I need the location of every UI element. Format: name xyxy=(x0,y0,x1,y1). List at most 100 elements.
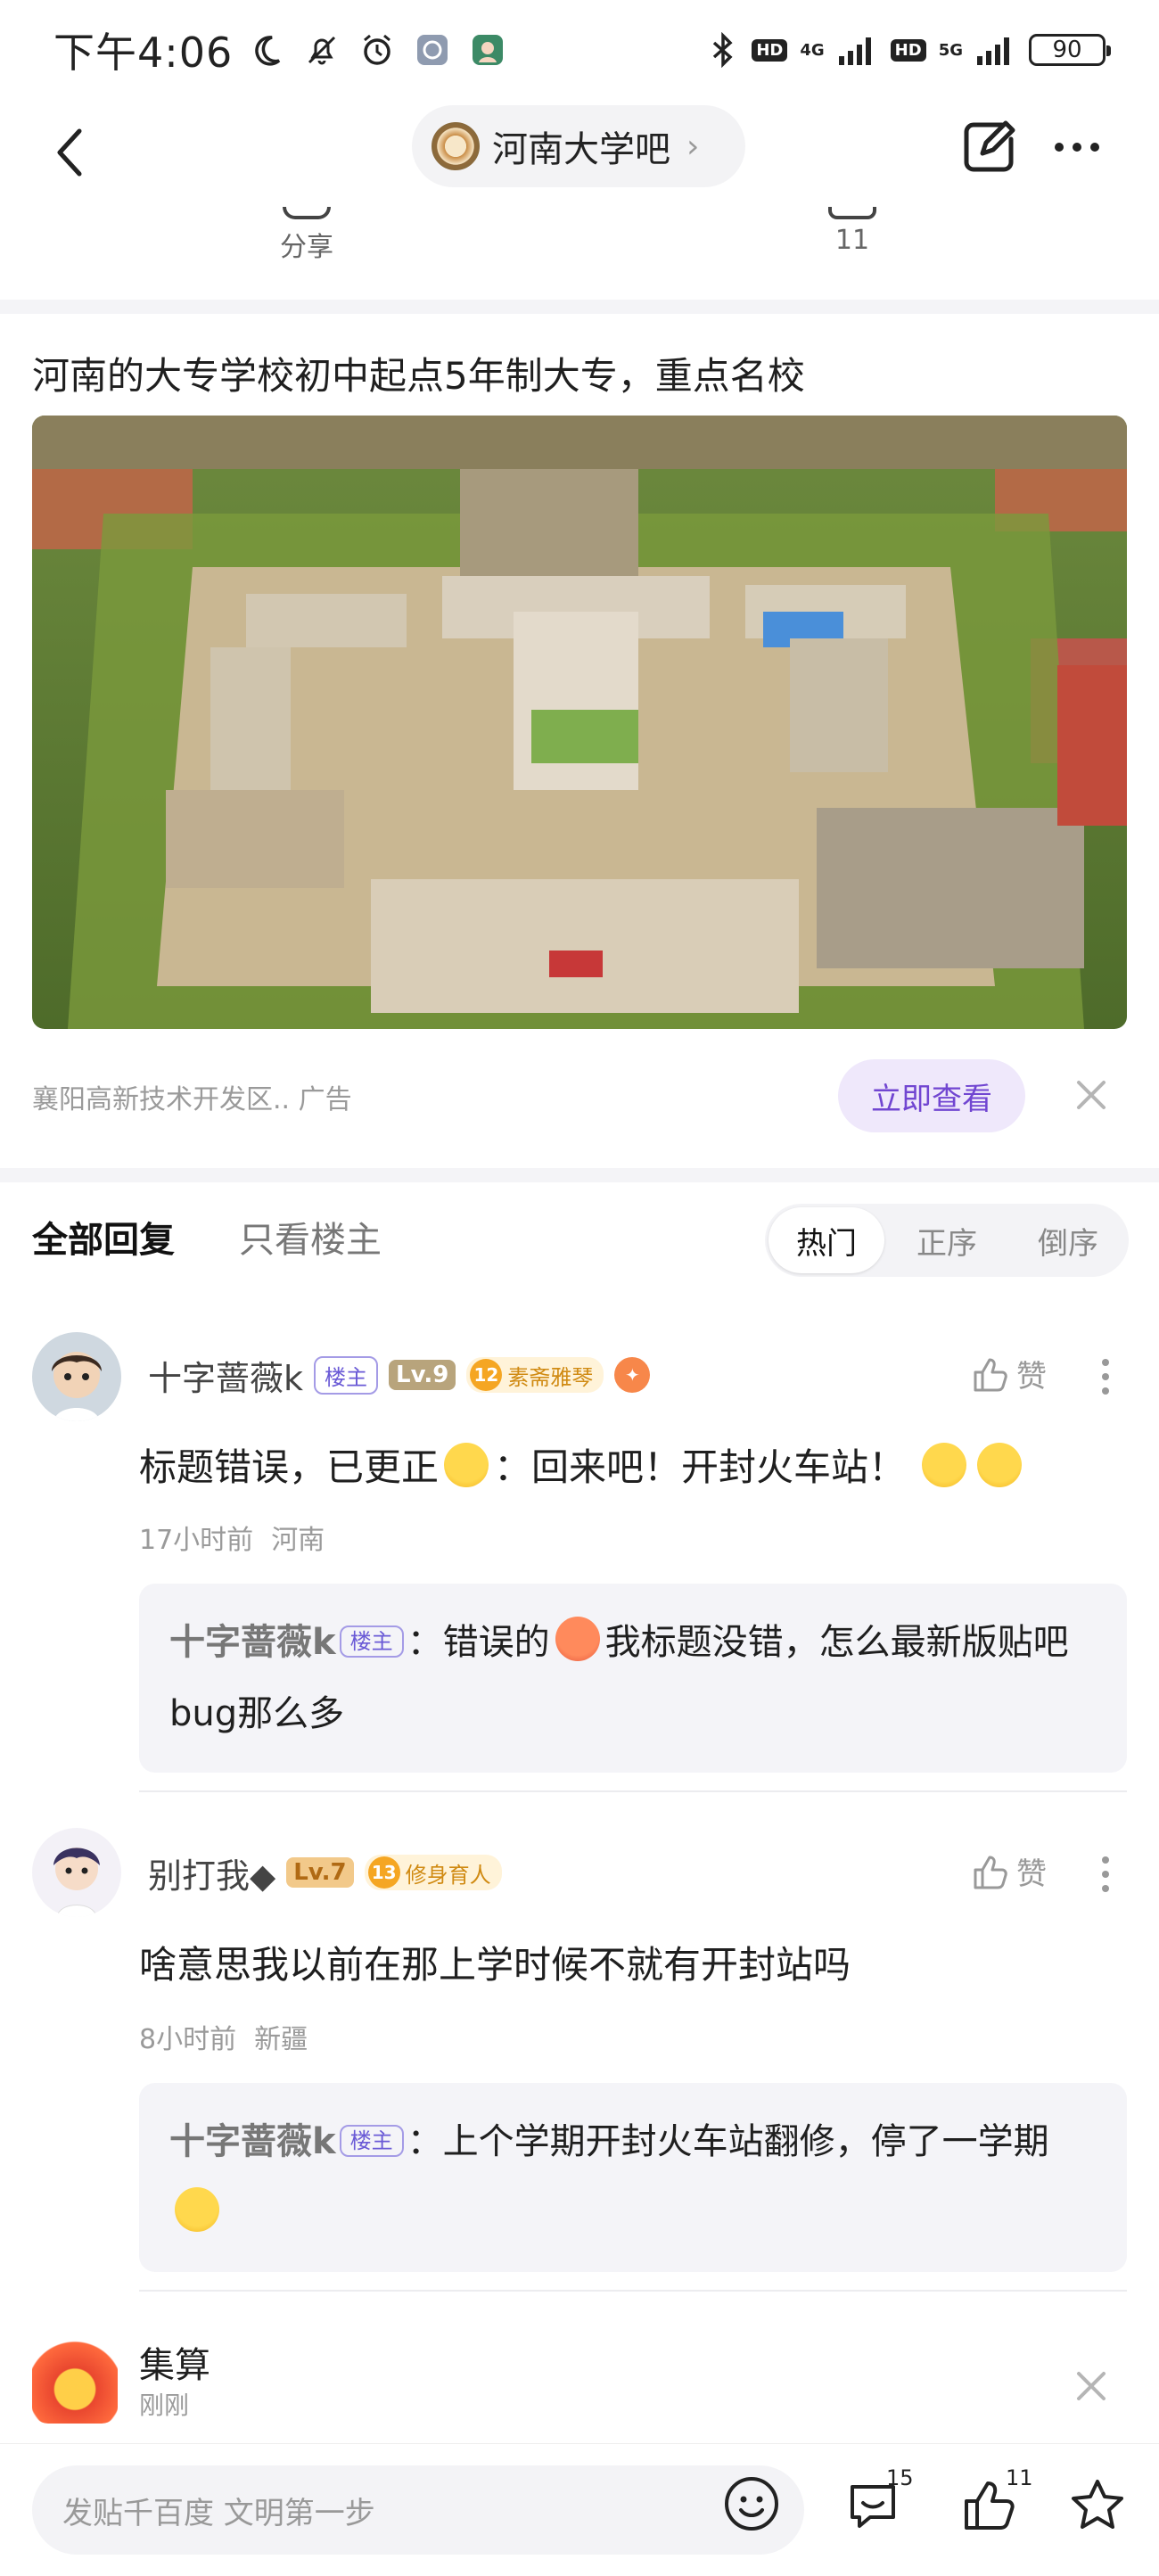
sub-reply[interactable]: 十字蔷薇k 楼主 ：上个学期开封火车站翻修，停了一学期 xyxy=(139,2083,1127,2272)
comment-author[interactable]: 别打我◆ xyxy=(148,1848,275,1897)
battery-indicator: 90 xyxy=(1029,34,1111,66)
section-divider xyxy=(0,300,1159,314)
count-button[interactable]: 11 xyxy=(763,207,941,256)
tab-all-replies[interactable]: 全部回复 xyxy=(32,1211,175,1263)
vertical-dots-icon xyxy=(1102,1359,1109,1366)
edit-icon xyxy=(964,120,1015,172)
sort-hot[interactable]: 热门 xyxy=(769,1207,884,1273)
comment-menu-button[interactable] xyxy=(1100,1359,1111,1395)
comment-author[interactable]: 十字蔷薇k xyxy=(148,1351,303,1400)
ad-title[interactable]: 河南的大专学校初中起点5年制大专，重点名校 xyxy=(32,346,805,400)
smile-emoji-icon xyxy=(444,1443,489,1487)
bluetooth-icon xyxy=(713,32,733,68)
more-button[interactable] xyxy=(1041,116,1113,178)
status-bar: 下午4:06 HD 4G HD 5G 90 xyxy=(0,0,1159,100)
comment-divider xyxy=(139,2290,1127,2292)
thumbs-up-icon xyxy=(974,1358,1007,1391)
status-icons-left xyxy=(249,32,506,68)
share-row-count: 11 xyxy=(834,225,870,256)
honor-badge: 12 素斋雅琴 xyxy=(466,1357,604,1393)
campus-aerial-image xyxy=(32,416,1127,1029)
honor-badge: 13 修身育人 xyxy=(364,1855,502,1890)
comment-meta: 17小时前 河南 xyxy=(139,1518,325,1557)
comment-count: 15 xyxy=(886,2465,914,2490)
ad-close-button[interactable] xyxy=(1066,1070,1116,1120)
favorite-button[interactable] xyxy=(1066,2474,1138,2546)
mini-notification[interactable]: 集算 刚刚 xyxy=(0,2322,1159,2424)
honor-level: 12 xyxy=(470,1359,503,1391)
like-label: 赞 xyxy=(1016,1359,1047,1395)
angry-emoji-icon xyxy=(555,1617,600,1661)
avatar[interactable] xyxy=(32,1828,121,1917)
avatar[interactable] xyxy=(32,1332,121,1421)
chevron-right-icon: › xyxy=(686,128,700,165)
ad-cta-button[interactable]: 立即查看 xyxy=(838,1059,1025,1132)
hug-emoji-icon xyxy=(175,2187,219,2232)
reply-tabs: 全部回复 只看楼主 热门 正序 倒序 xyxy=(0,1191,1159,1280)
ad-source: 襄阳高新技术开发区.. 广告 xyxy=(32,1084,352,1115)
bottom-action-bar: 发贴千百度 文明第一步 15 11 xyxy=(0,2443,1159,2576)
moon-icon xyxy=(255,36,281,66)
dot xyxy=(1102,1885,1109,1892)
back-button[interactable] xyxy=(39,121,102,184)
honor-level: 13 xyxy=(367,1856,400,1889)
battery-level: 90 xyxy=(1052,37,1082,63)
like-button[interactable]: 赞 xyxy=(970,1849,1047,1893)
more-icon xyxy=(1055,143,1064,152)
grin-emoji-icon xyxy=(922,1443,967,1487)
sub-reply-text-part1: ：错误的 xyxy=(407,1622,550,1663)
gift-icon xyxy=(32,2338,118,2424)
star-icon xyxy=(1072,2480,1123,2529)
emoji-button[interactable] xyxy=(720,2473,792,2544)
comment-header: 别打我◆ Lv.7 13 修身育人 xyxy=(148,1848,502,1897)
bell-off-icon xyxy=(308,36,336,65)
edit-button[interactable] xyxy=(958,116,1020,178)
tab-owner-only[interactable]: 只看楼主 xyxy=(239,1211,382,1263)
sort-ascending[interactable]: 正序 xyxy=(886,1204,1007,1277)
like-button[interactable]: 赞 xyxy=(970,1352,1047,1395)
forum-link[interactable]: 河南大学吧 › xyxy=(412,105,745,187)
owner-tag: 楼主 xyxy=(339,1625,404,1658)
vertical-dots-icon xyxy=(1102,1856,1109,1864)
top-nav: 河南大学吧 › xyxy=(0,100,1159,207)
sub-reply-author[interactable]: 十字蔷薇k xyxy=(169,1622,336,1663)
more-dot xyxy=(1073,143,1081,152)
notification-title: 集算 xyxy=(139,2345,210,2386)
comment-text-part1: 标题错误，已更正 xyxy=(139,1445,440,1489)
status-time: 下午4:06 xyxy=(53,29,234,77)
reply-input[interactable]: 发贴千百度 文明第一步 xyxy=(32,2465,804,2555)
avatar-notif-icon xyxy=(473,35,504,65)
dot xyxy=(1102,1387,1109,1395)
chevron-left-icon xyxy=(57,128,82,177)
app-notif-icon xyxy=(417,35,448,65)
share-label: 分享 xyxy=(280,232,333,263)
level-badge: Lv.9 xyxy=(389,1360,456,1390)
honor-title: 素斋雅琴 xyxy=(507,1364,594,1390)
user-avatar-image xyxy=(32,1828,121,1917)
comment-header: 十字蔷薇k 楼主 Lv.9 12 素斋雅琴 ✦ xyxy=(148,1350,651,1400)
comment-divider xyxy=(139,1790,1127,1792)
network-5g: 5G xyxy=(938,40,963,60)
comment-time: 17小时前 xyxy=(139,1525,254,1556)
signal-icon-2 xyxy=(977,37,1009,65)
comment-text: 啥意思我以前在那上学时候不就有开封站吗 xyxy=(139,1943,851,1987)
honor-title: 修身育人 xyxy=(405,1862,491,1888)
close-icon xyxy=(1077,1081,1106,1109)
ad-image[interactable] xyxy=(32,416,1127,1029)
comment-text-part2: ：回来吧！开封火车站！ xyxy=(494,1445,907,1489)
sub-reply-text-part1: ：上个学期开封火车站翻修，停了一学期 xyxy=(407,2121,1049,2162)
comment-menu-button[interactable] xyxy=(1100,1856,1111,1892)
dot xyxy=(1102,1871,1109,1878)
medal-icon: ✦ xyxy=(614,1357,651,1393)
thumbs-up-icon xyxy=(974,1856,1007,1889)
signal-icon-1 xyxy=(838,37,871,65)
share-button[interactable]: 分享 xyxy=(218,207,396,264)
more-dot xyxy=(1090,143,1099,152)
sort-descending[interactable]: 倒序 xyxy=(1007,1204,1129,1277)
section-divider xyxy=(0,1168,1159,1182)
hd-badge-1: HD xyxy=(752,38,788,62)
sub-reply-author[interactable]: 十字蔷薇k xyxy=(169,2121,336,2162)
notification-close-button[interactable] xyxy=(1066,2361,1116,2411)
sub-reply[interactable]: 十字蔷薇k 楼主 ：错误的 我标题没错，怎么最新版贴吧bug那么多 xyxy=(139,1584,1127,1773)
comment-text: 标题错误，已更正 ：回来吧！开封火车站！ xyxy=(139,1437,1027,1492)
